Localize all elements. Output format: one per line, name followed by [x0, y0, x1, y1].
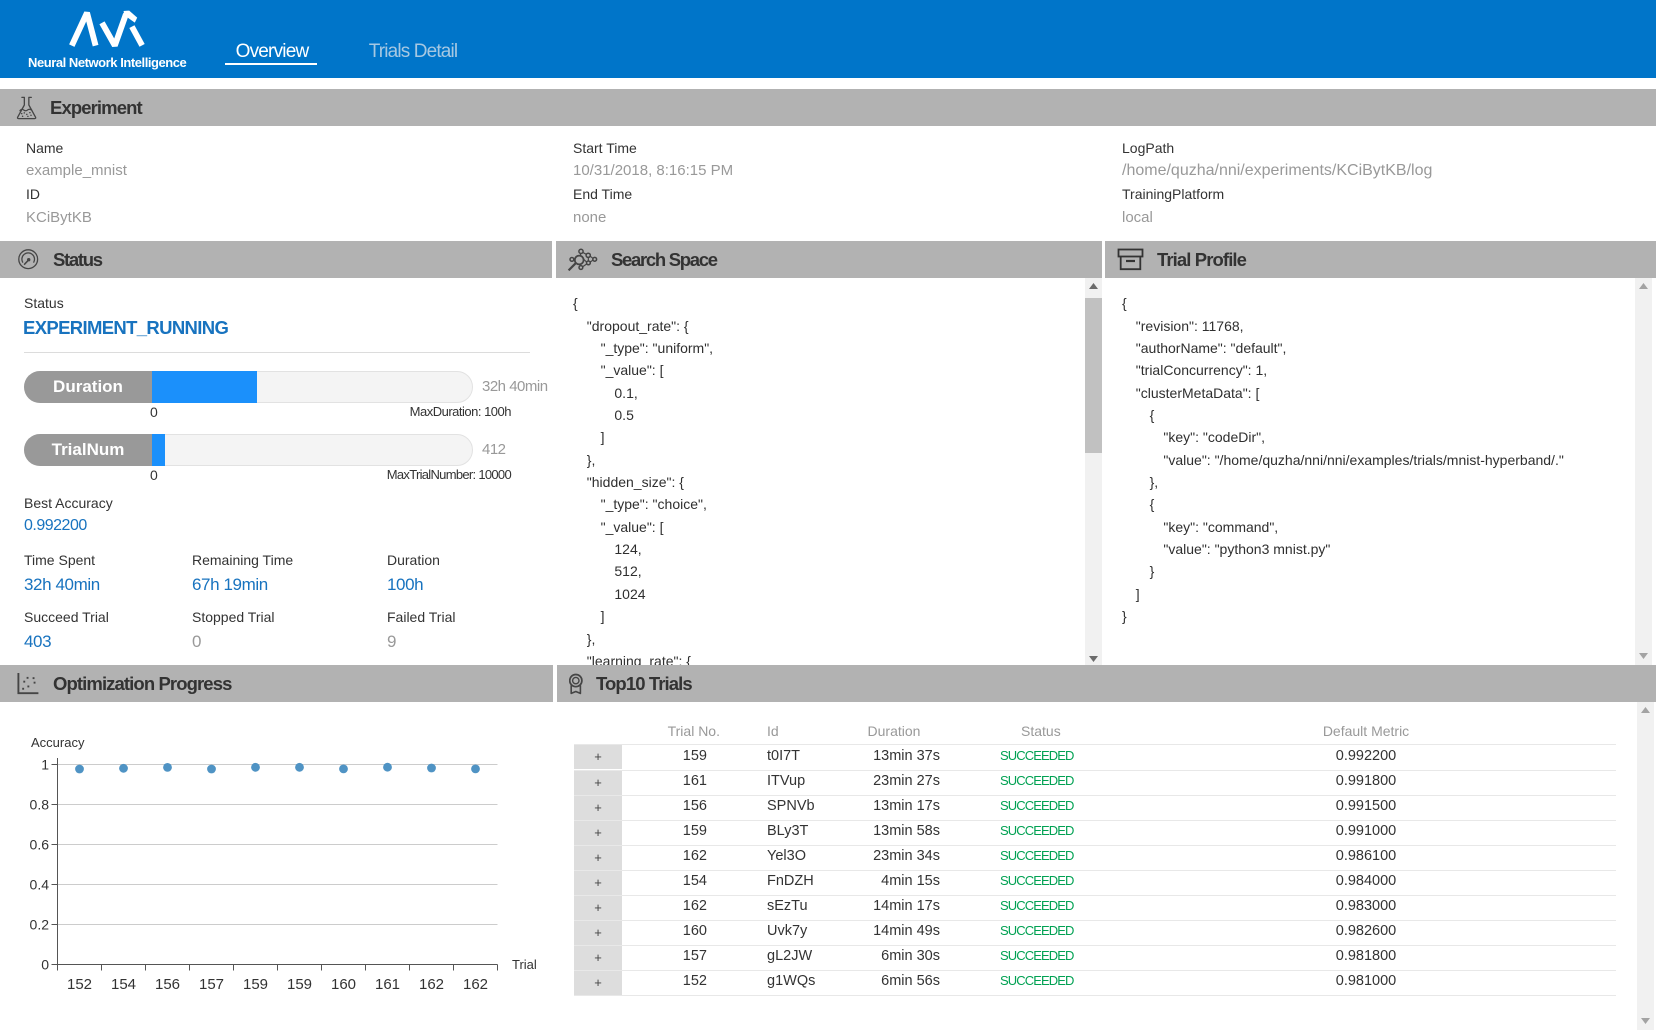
- svg-text:154: 154: [111, 976, 136, 993]
- svg-text:0.6: 0.6: [30, 837, 50, 853]
- svg-text:0: 0: [41, 957, 49, 973]
- svg-text:160: 160: [331, 976, 356, 993]
- svg-text:157: 157: [199, 976, 224, 993]
- svg-text:156: 156: [155, 976, 180, 993]
- svg-text:Accuracy: Accuracy: [31, 735, 85, 750]
- svg-text:152: 152: [67, 976, 92, 993]
- svg-text:162: 162: [463, 976, 488, 993]
- svg-text:0.4: 0.4: [30, 877, 50, 893]
- svg-text:162: 162: [419, 976, 444, 993]
- svg-text:159: 159: [287, 976, 312, 993]
- svg-text:1: 1: [41, 757, 49, 773]
- svg-text:161: 161: [375, 976, 400, 993]
- svg-text:Trial: Trial: [512, 957, 537, 972]
- svg-text:0.8: 0.8: [30, 797, 50, 813]
- svg-text:159: 159: [243, 976, 268, 993]
- svg-text:0.2: 0.2: [30, 917, 50, 933]
